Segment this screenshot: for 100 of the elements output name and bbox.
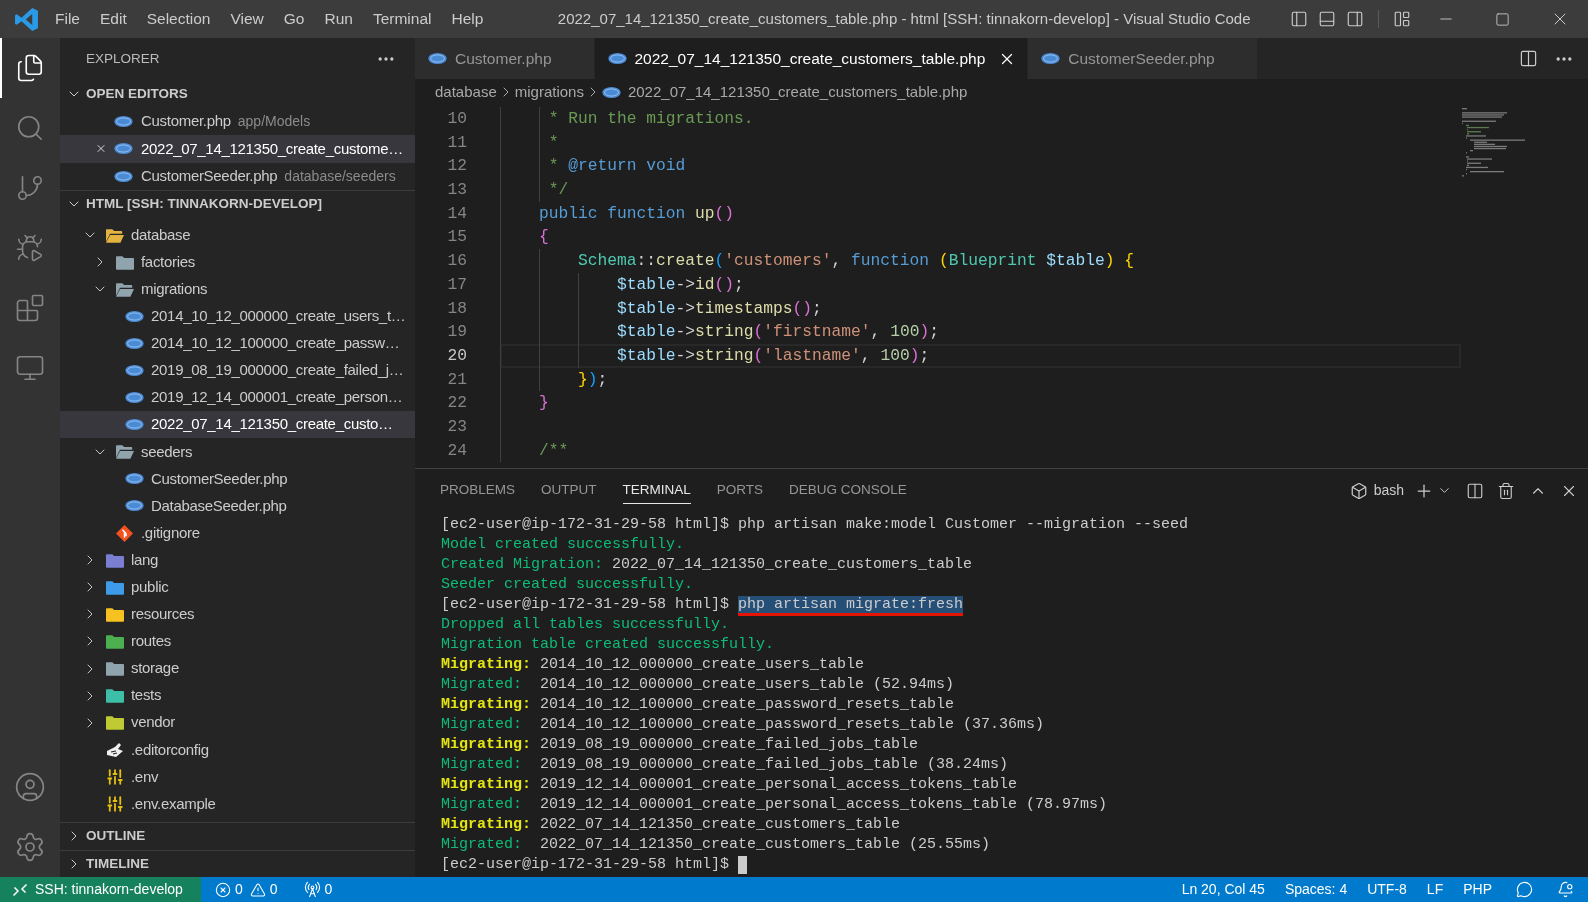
menu-item[interactable]: Run — [314, 0, 363, 38]
run-debug-icon[interactable] — [15, 233, 45, 263]
tree-item[interactable]: tests — [60, 682, 415, 710]
menu-item[interactable]: Help — [441, 0, 494, 38]
sliders-icon — [105, 795, 124, 813]
tree-item[interactable]: vendor — [60, 709, 415, 737]
status-item[interactable]: PHP — [1453, 877, 1502, 902]
tree-item[interactable]: routes — [60, 627, 415, 655]
open-editor-item[interactable]: 2022_07_14_121350_create_custome… — [60, 135, 415, 163]
tree-item[interactable]: .env.example — [60, 790, 415, 818]
line-number: 16 — [446, 250, 467, 273]
editor-tab[interactable]: 2022_07_14_121350_create_customers_table.php — [594, 38, 1029, 79]
config-file-icon — [105, 741, 124, 758]
text-cursor-icon — [738, 856, 748, 874]
tree-item[interactable]: .gitignore — [60, 519, 415, 547]
tree-item[interactable]: 2019_12_14_000001_create_person… — [60, 384, 415, 412]
terminal-output: Migrated: 2014_10_12_000000_create_users_table (52.94ms) — [441, 675, 955, 695]
ports-status[interactable]: 0 — [297, 877, 339, 902]
menu-item[interactable]: Edit — [90, 0, 137, 38]
tree-item[interactable]: seeders — [60, 438, 415, 466]
remote-indicator[interactable]: SSH: tinnakorn-develop — [0, 877, 201, 902]
line-number: 10 — [446, 108, 467, 130]
terminal-output: Migrating: 2022_07_14_121350_create_customers_table — [441, 815, 901, 835]
tree-item[interactable]: factories — [60, 248, 415, 276]
panel-tab[interactable]: PORTS — [716, 477, 764, 504]
tree-item[interactable]: storage — [60, 655, 415, 683]
menu-item[interactable]: Selection — [136, 0, 221, 38]
panel-right-icon[interactable] — [1346, 10, 1364, 28]
cube-icon — [1349, 481, 1368, 500]
split-terminal-icon[interactable] — [1466, 481, 1484, 500]
section-header[interactable]: OUTLINE — [60, 822, 415, 850]
terminal-output: Seeder created successfully. — [441, 575, 694, 595]
search-icon[interactable] — [15, 113, 45, 143]
problems-status[interactable]: 0 0 — [209, 877, 284, 902]
panel-tab[interactable]: OUTPUT — [541, 477, 597, 504]
tree-item[interactable]: CustomerSeeder.php — [60, 465, 415, 493]
tree-item[interactable]: DatabaseSeeder.php — [60, 492, 415, 520]
tree-item[interactable]: migrations — [60, 275, 415, 303]
file-type-icon — [125, 419, 144, 431]
tree-item[interactable]: database — [60, 221, 415, 249]
breadcrumb-item[interactable]: database — [435, 80, 497, 104]
code-line: public function up() — [539, 203, 735, 223]
status-item[interactable]: LF — [1416, 877, 1454, 902]
speech-bubble-icon[interactable] — [1516, 881, 1533, 898]
code-line: }); — [578, 369, 608, 389]
terminal-output: Created Migration: 2022_07_14_121350_create_customers_table — [441, 555, 973, 575]
terminal-selector[interactable]: bash — [1349, 480, 1404, 501]
tree-item[interactable]: lang — [60, 546, 415, 574]
terminal-output: Migrated: 2019_12_14_000001_create_personal_access_tokens_table (78.97ms) — [441, 795, 1108, 815]
tree-item[interactable]: .env — [60, 763, 415, 791]
source-control-icon[interactable] — [15, 173, 45, 203]
remote-explorer-icon[interactable] — [15, 353, 45, 383]
code-line: * @return void — [548, 156, 686, 176]
terminal-output: Migrated: 2019_08_19_000000_create_failed_jobs_table (38.24ms) — [441, 755, 1009, 775]
account-icon[interactable] — [14, 771, 46, 803]
breadcrumb-item[interactable]: migrations — [514, 80, 584, 104]
panel-tab[interactable]: PROBLEMS — [440, 477, 516, 504]
panel-tab[interactable]: DEBUG CONSOLE — [789, 477, 907, 504]
open-editor-item[interactable]: Customer.php app/Models — [60, 107, 415, 135]
section-header[interactable]: HTML [SSH: TINNAKORN-DEVELOP] — [60, 190, 415, 218]
editor-tab[interactable]: Customer.php — [415, 38, 595, 79]
extensions-icon[interactable] — [15, 293, 45, 323]
panel-bottom-icon[interactable] — [1318, 10, 1336, 28]
notification-bell-icon[interactable] — [1557, 881, 1574, 898]
menu-item[interactable]: File — [45, 0, 90, 38]
menu-item[interactable]: View — [220, 0, 274, 38]
maximize-icon[interactable] — [1495, 11, 1510, 27]
layout-icon[interactable] — [1393, 10, 1411, 28]
remote-icon — [12, 881, 28, 898]
split-editor-icon[interactable] — [1519, 49, 1538, 68]
logo-icon[interactable] — [14, 6, 39, 32]
tree-item[interactable]: public — [60, 573, 415, 601]
panel-left-icon[interactable] — [1290, 10, 1308, 28]
section-header[interactable]: OPEN EDITORS — [60, 80, 415, 108]
trash-icon[interactable] — [1497, 481, 1515, 500]
status-item[interactable]: Ln 20, Col 45 — [1171, 877, 1275, 902]
terminal-prompt: [ec2-user@ip-172-31-29-58 html]$ — [441, 595, 730, 615]
code-line: */ — [548, 180, 569, 200]
line-number: 13 — [446, 179, 467, 202]
tree-item[interactable]: resources — [60, 600, 415, 628]
tree-item[interactable]: 2022_07_14_121350_create_custo… — [60, 411, 415, 439]
terminal-command: php artisan make:model Customer --migration --seed — [738, 516, 1189, 533]
panel-tab[interactable]: TERMINAL — [622, 477, 691, 504]
tree-item[interactable]: 2019_08_19_000000_create_failed_j… — [60, 356, 415, 385]
tree-item[interactable]: 2014_10_12_000000_create_users_t… — [60, 302, 415, 330]
editor-tab[interactable]: CustomerSeeder.php — [1028, 38, 1258, 79]
tree-item[interactable]: 2014_10_12_100000_create_passw… — [60, 329, 415, 357]
menu-item[interactable]: Terminal — [362, 0, 442, 38]
files-icon[interactable] — [15, 53, 45, 83]
menu-item[interactable]: Go — [273, 0, 315, 38]
sliders-icon — [105, 767, 124, 786]
tree-item[interactable]: .editorconfig — [60, 736, 415, 764]
status-item[interactable]: UTF-8 — [1357, 877, 1417, 902]
code-line: * — [548, 132, 559, 152]
breadcrumb-item[interactable]: 2022_07_14_121350_create_customers_table.php — [627, 80, 968, 104]
status-item[interactable]: Spaces: 4 — [1274, 877, 1358, 902]
code-line: $table->string('firstname', 100); — [617, 322, 939, 342]
line-number: 17 — [446, 273, 467, 296]
open-editor-item[interactable]: CustomerSeeder.php database/seeders — [60, 162, 415, 190]
settings-icon[interactable] — [14, 831, 46, 863]
